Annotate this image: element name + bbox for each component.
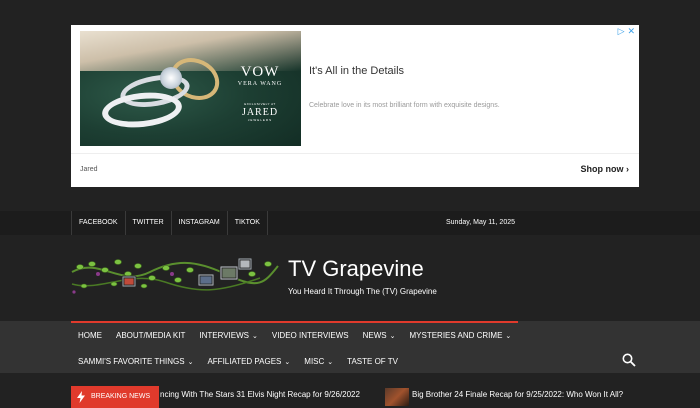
site-tagline: You Heard It Through The (TV) Grapevine xyxy=(288,287,437,296)
ad-description: Celebrate love in its most brilliant for… xyxy=(309,102,500,109)
nav-row-secondary: SAMMI'S FAVORITE THINGS ⌄ AFFILIATED PAGE… xyxy=(71,347,405,371)
current-date: Sunday, May 11, 2025 xyxy=(446,219,516,226)
nav-item-misc[interactable]: MISC ⌄ xyxy=(297,347,340,371)
nav-item-interviews[interactable]: INTERVIEWS ⌄ xyxy=(192,321,265,345)
ad-choices-icon[interactable]: ▷ ✕ xyxy=(618,27,635,37)
advertisement[interactable]: ▷ ✕ VOW VERA WANG EXCLUSIVELY AT JARED J… xyxy=(71,25,639,187)
ring-band xyxy=(100,88,184,132)
tiktok-link[interactable]: TIKTOK xyxy=(228,211,268,235)
site-title[interactable]: TV Grapevine xyxy=(288,256,424,282)
ad-divider xyxy=(71,153,639,154)
main-navigation: HOME ABOUT/MEDIA KIT INTERVIEWS ⌄ VIDEO I… xyxy=(0,321,700,373)
chevron-down-icon: ⌄ xyxy=(327,359,334,366)
social-links: FACEBOOK TWITTER INSTAGRAM TIKTOK xyxy=(71,211,268,235)
nav-item-sammis-favorite-things[interactable]: SAMMI'S FAVORITE THINGS ⌄ xyxy=(71,347,200,371)
nav-item-about-media-kit[interactable]: ABOUT/MEDIA KIT xyxy=(109,321,193,345)
ticker-headline[interactable]: ncing With The Stars 31 Elvis Night Reca… xyxy=(160,390,360,399)
chevron-down-icon: ⌄ xyxy=(284,359,291,366)
facebook-link[interactable]: FACEBOOK xyxy=(71,211,126,235)
ticker-headline[interactable]: Big Brother 24 Finale Recap for 9/25/202… xyxy=(412,390,623,399)
diamond xyxy=(160,67,182,89)
nav-item-news[interactable]: NEWS ⌄ xyxy=(355,321,403,345)
chevron-down-icon: ⌄ xyxy=(187,359,194,366)
chevron-down-icon: ⌄ xyxy=(505,333,512,340)
top-bar: FACEBOOK TWITTER INSTAGRAM TIKTOK Sunday… xyxy=(0,211,700,235)
nav-item-taste-of-tv[interactable]: TASTE OF TV xyxy=(340,347,405,371)
nav-item-video-interviews[interactable]: VIDEO INTERVIEWS xyxy=(264,321,356,345)
twitter-link[interactable]: TWITTER xyxy=(126,211,172,235)
lightning-icon xyxy=(77,391,85,403)
ad-shop-now-button[interactable]: Shop now › xyxy=(581,164,630,174)
search-icon[interactable] xyxy=(622,353,636,367)
instagram-link[interactable]: INSTAGRAM xyxy=(172,211,228,235)
ad-image[interactable]: VOW VERA WANG EXCLUSIVELY AT JARED JEWEL… xyxy=(80,31,301,146)
ticker-thumbnail[interactable] xyxy=(385,388,409,406)
nav-item-affiliated-pages[interactable]: AFFILIATED PAGES ⌄ xyxy=(200,347,297,371)
ad-brand-lockup: VOW VERA WANG EXCLUSIVELY AT JARED JEWEL… xyxy=(237,64,283,123)
nav-item-mysteries-and-crime[interactable]: MYSTERIES AND CRIME ⌄ xyxy=(402,321,519,345)
breaking-news-label: BREAKING NEWS xyxy=(71,386,159,408)
nav-item-home[interactable]: HOME xyxy=(71,321,109,345)
chevron-down-icon: ⌄ xyxy=(389,333,396,340)
nav-row-primary: HOME ABOUT/MEDIA KIT INTERVIEWS ⌄ VIDEO I… xyxy=(71,321,519,345)
breaking-news-ticker: BREAKING NEWS ncing With The Stars 31 El… xyxy=(0,380,700,408)
grapevine-logo-icon[interactable] xyxy=(70,252,280,302)
ad-title[interactable]: It's All in the Details xyxy=(309,65,404,77)
ad-advertiser: Jared xyxy=(80,166,98,173)
chevron-down-icon: ⌄ xyxy=(251,333,258,340)
